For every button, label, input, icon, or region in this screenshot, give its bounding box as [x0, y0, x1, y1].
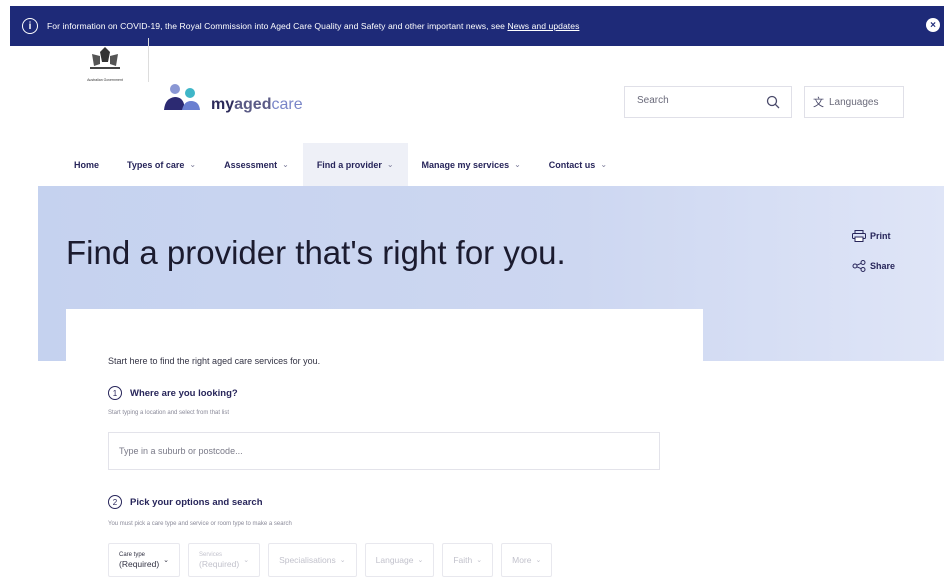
- nav-label: Manage my services: [421, 159, 510, 170]
- care-type-select[interactable]: Care type (Required) ⌄: [108, 543, 181, 577]
- chevron-down-icon: ⌄: [339, 557, 346, 564]
- share-button[interactable]: Share: [852, 260, 895, 272]
- nav-assessment[interactable]: Assessment ⌄: [210, 143, 303, 186]
- alert-text: For information on COVID-19, the Royal C…: [47, 21, 579, 31]
- nav-contact-us[interactable]: Contact us ⌄: [535, 143, 621, 186]
- filter-sub: (Required): [199, 559, 240, 569]
- chevron-down-icon: ⌄: [535, 557, 542, 564]
- chevron-down-icon: ⌄: [417, 557, 424, 564]
- search-input[interactable]: Search: [637, 95, 669, 106]
- chevron-down-icon: ⌄: [243, 557, 250, 564]
- myagedcare-logo-icon[interactable]: [162, 80, 202, 120]
- faith-select[interactable]: Faith ⌄: [442, 543, 494, 577]
- nav-label: Home: [74, 159, 100, 170]
- logo-care: care: [271, 96, 303, 113]
- share-label: Share: [870, 261, 896, 271]
- chevron-down-icon: ⌄: [386, 160, 394, 169]
- logo-my: my: [211, 96, 235, 113]
- chevron-down-icon: ⌄: [163, 557, 170, 564]
- step-2-heading: 2 Pick your options and search: [108, 495, 263, 509]
- location-placeholder: Type in a suburb or postcode...: [119, 446, 243, 456]
- search-box[interactable]: Search: [624, 86, 792, 118]
- filter-sub: (Required): [119, 559, 160, 569]
- chevron-down-icon: ⌄: [189, 160, 197, 169]
- nav-types-of-care[interactable]: Types of care ⌄: [113, 143, 210, 186]
- more-select[interactable]: More ⌄: [501, 543, 553, 577]
- location-input[interactable]: Type in a suburb or postcode...: [108, 432, 660, 470]
- info-icon: i: [22, 18, 38, 34]
- nav-home[interactable]: Home: [60, 143, 113, 186]
- alert-banner: i For information on COVID-19, the Royal…: [10, 6, 944, 46]
- nav-label: Assessment: [224, 159, 278, 170]
- step-1-heading: 1 Where are you looking?: [108, 386, 238, 400]
- languages-label: Languages: [829, 96, 879, 108]
- chevron-down-icon: ⌄: [476, 557, 483, 564]
- gov-label: Australian Government: [87, 78, 123, 82]
- logo-divider: [148, 38, 149, 82]
- filter-label: Specialisations: [279, 555, 336, 565]
- print-label: Print: [870, 231, 891, 241]
- filter-label: Faith: [453, 555, 473, 565]
- specialisations-select[interactable]: Specialisations ⌄: [268, 543, 357, 577]
- step-title: Where are you looking?: [130, 387, 238, 399]
- filter-label: Services: [199, 552, 223, 558]
- nav-label: Contact us: [548, 159, 596, 170]
- search-icon[interactable]: [765, 94, 781, 110]
- chevron-down-icon: ⌄: [514, 160, 521, 169]
- printer-icon: [852, 230, 866, 242]
- coat-of-arms-icon: [90, 47, 120, 69]
- page-title: Find a provider that's right for you.: [66, 234, 566, 271]
- myagedcare-logo[interactable]: myagedcare: [211, 96, 303, 114]
- nav-label: Find a provider: [316, 159, 382, 170]
- translate-icon: 文: [813, 97, 824, 109]
- services-select[interactable]: Services (Required) ⌄: [188, 543, 261, 577]
- filter-label: More: [512, 555, 532, 565]
- alert-message: For information on COVID-19, the Royal C…: [47, 21, 508, 31]
- coat-of-arms-logo[interactable]: Australian Government: [70, 44, 140, 82]
- logo-aged: aged: [234, 96, 272, 113]
- news-updates-link[interactable]: News and updates: [507, 21, 579, 31]
- step-2-helper: You must pick a care type and service or…: [108, 521, 292, 527]
- nav-find-a-provider[interactable]: Find a provider ⌄: [302, 143, 408, 186]
- language-select[interactable]: Language ⌄: [364, 543, 435, 577]
- filter-bar: Care type (Required) ⌄ Services (Required)…: [108, 543, 560, 577]
- step-number: 2: [108, 495, 122, 509]
- nav-manage-my-services[interactable]: Manage my services ⌄: [408, 143, 535, 186]
- form-intro: Start here to find the right aged care s…: [108, 356, 321, 366]
- print-button[interactable]: Print: [852, 230, 891, 242]
- filter-label: Language: [375, 555, 414, 565]
- main-nav: Home Types of care ⌄ Assessment ⌄ Find a p…: [60, 143, 621, 186]
- close-icon[interactable]: ×: [926, 18, 940, 32]
- step-number: 1: [108, 386, 122, 400]
- chevron-down-icon: ⌄: [282, 160, 289, 169]
- share-icon: [852, 260, 866, 272]
- step-1-helper: Start typing a location and select from …: [108, 410, 230, 416]
- chevron-down-icon: ⌄: [600, 160, 608, 169]
- languages-button[interactable]: 文 Languages: [804, 86, 904, 118]
- nav-label: Types of care: [127, 159, 185, 170]
- filter-label: Care type: [119, 552, 146, 558]
- step-title: Pick your options and search: [130, 496, 263, 508]
